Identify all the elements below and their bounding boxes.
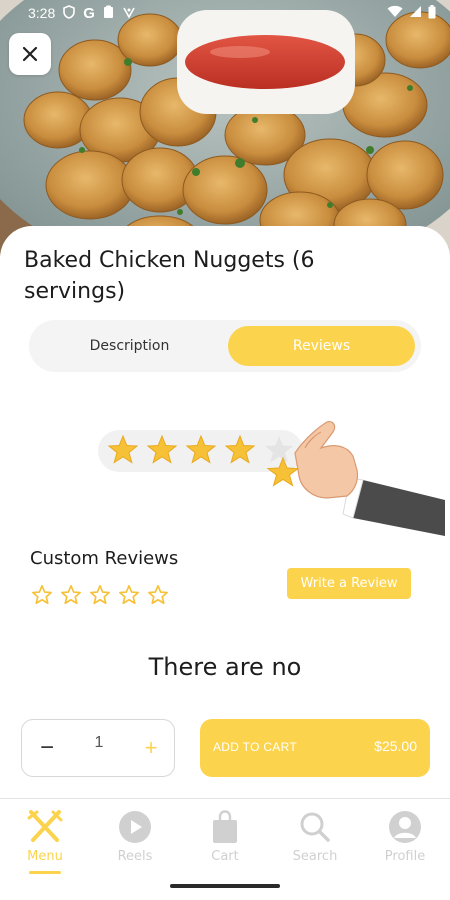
star-outline-icon[interactable] [147, 584, 169, 606]
bottom-nav: Menu Reels Cart Search Profile [0, 799, 450, 875]
nav-item-reels[interactable]: Reels [90, 799, 180, 875]
shopping-bag-icon [213, 810, 237, 843]
star-outline-icon[interactable] [89, 584, 111, 606]
google-g-icon: G [83, 4, 95, 22]
home-indicator[interactable] [170, 884, 280, 888]
tab-description[interactable]: Description [37, 326, 222, 366]
product-screen: 3:28 G Baked Chicken Nuggets (6 servings… [0, 0, 450, 900]
rating-illustration [95, 418, 445, 543]
nav-item-menu[interactable]: Menu [0, 799, 90, 875]
add-to-cart-label: ADD TO CART [213, 740, 297, 754]
status-bar: 3:28 G [0, 0, 450, 26]
wifi-icon [387, 5, 403, 21]
nav-item-profile[interactable]: Profile [360, 799, 450, 875]
nav-label-reels: Reels [117, 849, 153, 864]
increment-button[interactable]: + [136, 733, 166, 763]
decrement-button[interactable]: − [32, 733, 62, 763]
play-circle-icon [119, 811, 151, 843]
active-indicator [29, 871, 61, 874]
quantity-stepper: − 1 + [21, 719, 175, 777]
fork-knife-icon [27, 810, 63, 842]
tab-bar: Description Reviews [29, 320, 421, 372]
nav-item-search[interactable]: Search [270, 799, 360, 875]
nav-label-profile: Profile [384, 849, 426, 864]
shield-icon [63, 4, 76, 22]
write-review-button[interactable]: Write a Review [287, 568, 411, 599]
close-icon [22, 46, 38, 62]
clipboard-icon [103, 5, 114, 22]
star-outline-icon[interactable] [60, 584, 82, 606]
star-outline-icon[interactable] [118, 584, 140, 606]
search-icon [300, 812, 330, 842]
rating-stars[interactable] [31, 584, 169, 606]
product-title: Baked Chicken Nuggets (6 servings) [24, 248, 315, 304]
nav-item-cart[interactable]: Cart [180, 799, 270, 875]
custom-reviews-label: Custom Reviews [30, 548, 179, 569]
chevron-badge-icon [122, 5, 136, 22]
close-button[interactable] [9, 33, 51, 75]
star-outline-icon[interactable] [31, 584, 53, 606]
status-time: 3:28 [28, 5, 56, 21]
tab-reviews[interactable]: Reviews [228, 326, 415, 366]
empty-reviews-message: There are no [148, 653, 302, 681]
add-to-cart-button[interactable]: ADD TO CART $25.00 [200, 719, 430, 777]
quantity-value: 1 [94, 734, 104, 751]
nav-label-menu: Menu [27, 849, 63, 864]
cart-price: $25.00 [374, 738, 417, 754]
signal-icon [409, 5, 422, 21]
product-image [0, 0, 450, 260]
nav-label-cart: Cart [211, 849, 239, 864]
battery-icon [428, 4, 436, 22]
user-circle-icon [389, 811, 421, 843]
nav-label-search: Search [292, 849, 338, 864]
